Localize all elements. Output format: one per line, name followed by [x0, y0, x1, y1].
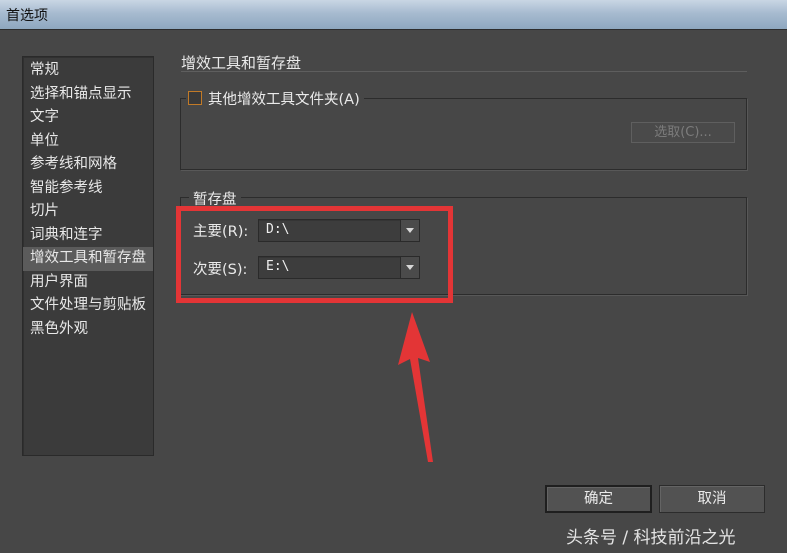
ok-button[interactable]: 确定	[545, 485, 652, 513]
window-title: 首选项	[6, 8, 48, 24]
title-bar: 首选项	[0, 0, 787, 30]
sidebar-list: 常规 选择和锚点显示 文字 单位 参考线和网格 智能参考线 切片 词典和连字 增…	[23, 57, 153, 341]
plugins-folder-checkbox[interactable]	[188, 91, 202, 105]
sidebar-item-slices[interactable]: 切片	[23, 200, 153, 224]
sidebar-item-smart-guides[interactable]: 智能参考线	[23, 177, 153, 201]
annotation-highlight-box	[176, 206, 453, 303]
plugins-folder-label[interactable]: 其他增效工具文件夹(A)	[208, 88, 360, 109]
sidebar-item-file-handling-clipboard[interactable]: 文件处理与剪贴板	[23, 294, 153, 318]
sidebar-item-hyphenation[interactable]: 词典和连字	[23, 224, 153, 248]
sidebar-item-type[interactable]: 文字	[23, 106, 153, 130]
cancel-button[interactable]: 取消	[659, 485, 765, 513]
sidebar-item-guides-grid[interactable]: 参考线和网格	[23, 153, 153, 177]
sidebar-item-plugins-scratch-disks[interactable]: 增效工具和暂存盘	[23, 247, 153, 271]
plugins-folder-legend: 其他增效工具文件夹(A)	[186, 88, 364, 108]
sidebar-item-units[interactable]: 单位	[23, 130, 153, 154]
choose-folder-button[interactable]: 选取(C)...	[631, 122, 735, 143]
sidebar-item-user-interface[interactable]: 用户界面	[23, 271, 153, 295]
sidebar-item-general[interactable]: 常规	[23, 59, 153, 83]
watermark-text: 头条号 / 科技前沿之光	[566, 528, 736, 548]
section-divider	[181, 71, 747, 72]
annotation-arrow-icon	[398, 312, 433, 462]
section-title: 增效工具和暂存盘	[181, 54, 302, 72]
sidebar-item-appearance-of-black[interactable]: 黑色外观	[23, 318, 153, 342]
preferences-sidebar: 常规 选择和锚点显示 文字 单位 参考线和网格 智能参考线 切片 词典和连字 增…	[22, 56, 154, 456]
sidebar-item-selection-anchor-display[interactable]: 选择和锚点显示	[23, 83, 153, 107]
